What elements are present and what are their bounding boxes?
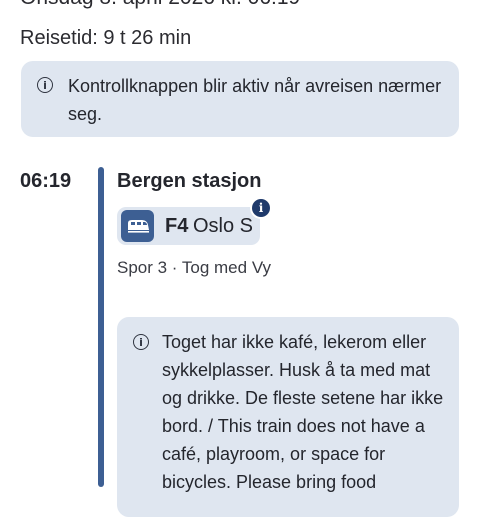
control-info-text: Kontrollknappen blir aktiv når avreisen … bbox=[68, 76, 442, 124]
train-notice-box: i Toget har ikke kafé, lekerom eller syk… bbox=[117, 317, 459, 517]
train-destination: Oslo S bbox=[193, 215, 254, 237]
train-info-badge[interactable]: i bbox=[252, 199, 270, 217]
departure-date: Onsdag 8. april 2026 kl. 06:19 bbox=[20, 0, 300, 10]
travel-time: Reisetid: 9 t 26 min bbox=[20, 27, 192, 49]
train-line-code: F4 bbox=[165, 215, 189, 237]
train-notice-text: Toget har ikke kafé, lekerom eller sykke… bbox=[162, 332, 444, 492]
station-name: Bergen stasjon bbox=[117, 170, 262, 192]
info-icon: i bbox=[133, 334, 149, 350]
info-icon: i bbox=[37, 77, 53, 93]
control-info-box: i Kontrollknappen blir aktiv når avreise… bbox=[21, 61, 459, 137]
header-clip: Onsdag 8. april 2026 kl. 06:19 bbox=[0, 0, 480, 14]
train-icon bbox=[121, 210, 154, 242]
route-line bbox=[98, 167, 104, 487]
train-chip[interactable]: F4 Oslo S bbox=[117, 207, 260, 245]
departure-time: 06:19 bbox=[20, 170, 72, 192]
platform-operator: Spor 3 · Tog med Vy bbox=[117, 258, 272, 277]
